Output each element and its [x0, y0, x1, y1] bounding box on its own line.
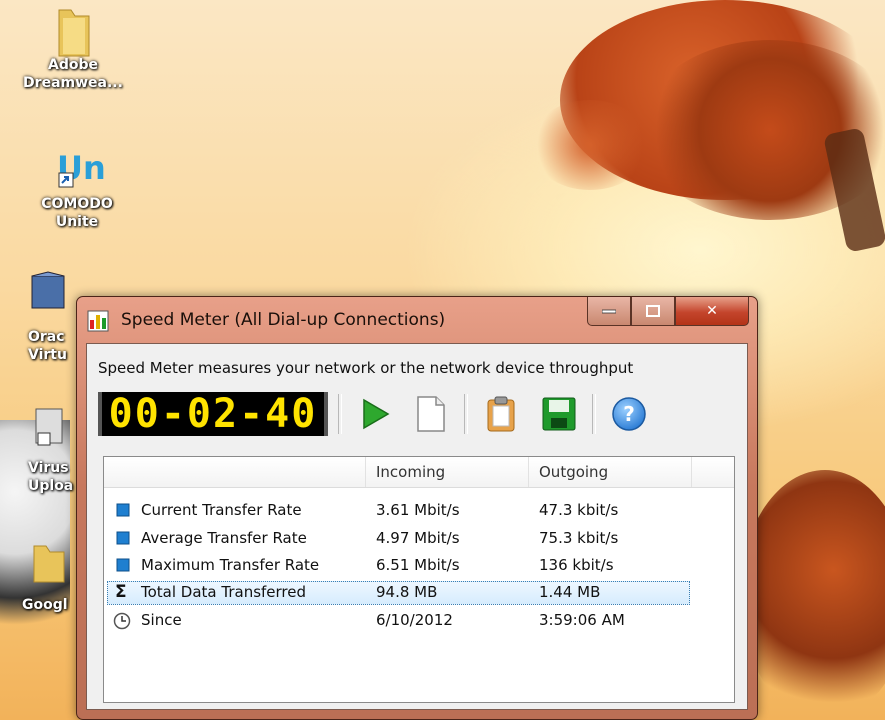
incoming-value: 4.97 Mbit/s [376, 529, 460, 547]
desktop-icon-label: Dreamwea... [23, 75, 123, 91]
help-glyph: ? [623, 402, 635, 426]
maximize-icon [646, 305, 660, 317]
window-title: Speed Meter (All Dial-up Connections) [121, 310, 446, 330]
window-client-area: Speed Meter measures your network or the… [86, 343, 748, 710]
toolbar-separator [464, 394, 468, 434]
maximize-button[interactable] [631, 297, 675, 326]
column-header-incoming[interactable]: Incoming [366, 457, 529, 487]
desktop-icon-adobe-dreamweaver[interactable]: Adobe Dreamwea... [13, 4, 133, 92]
start-button[interactable] [352, 392, 398, 436]
outgoing-value: 3:59:06 AM [539, 611, 625, 629]
speed-meter-window[interactable]: Speed Meter (All Dial-up Connections) ✕ … [76, 296, 758, 720]
table-row[interactable]: Average Transfer Rate 4.97 Mbit/s 75.3 k… [107, 527, 690, 551]
toolbar: 00-02-40 ? [98, 389, 745, 439]
toolbar-separator [338, 394, 342, 434]
table-row[interactable]: Maximum Transfer Rate 6.51 Mbit/s 136 kb… [107, 554, 690, 578]
row-label: Since [141, 611, 182, 629]
row-label: Average Transfer Rate [141, 529, 307, 547]
close-button[interactable]: ✕ [675, 297, 749, 326]
blue-square-icon [116, 558, 130, 572]
blue-square-icon [116, 503, 130, 517]
column-header-name[interactable] [104, 457, 366, 487]
row-label: Current Transfer Rate [141, 501, 302, 519]
tree-foliage [740, 470, 885, 720]
incoming-value: 3.61 Mbit/s [376, 501, 460, 519]
outgoing-value: 47.3 kbit/s [539, 501, 619, 519]
desktop-icon-label: Unite [55, 214, 99, 230]
incoming-value: 6.51 Mbit/s [376, 556, 460, 574]
virtualbox-icon [26, 270, 70, 314]
incoming-value: 94.8 MB [376, 583, 438, 601]
caption-buttons: ✕ [587, 297, 749, 327]
desktop-icon-comodo-unite[interactable]: Un COMODO Unite [17, 145, 137, 231]
blue-square-icon [116, 531, 130, 545]
column-header-outgoing[interactable]: Outgoing [529, 457, 692, 487]
shortcut-icon [26, 405, 70, 449]
row-label: Maximum Transfer Rate [141, 556, 320, 574]
elapsed-timer-display: 00-02-40 [98, 391, 328, 437]
new-page-icon [417, 396, 445, 432]
table-row[interactable]: Current Transfer Rate 3.61 Mbit/s 47.3 k… [107, 499, 690, 523]
play-icon [363, 398, 390, 430]
minimize-icon [602, 309, 616, 314]
desktop-icon-label: Adobe [48, 57, 98, 73]
folder-icon [26, 540, 70, 584]
folder-icon [51, 4, 95, 57]
clipboard-icon [487, 396, 515, 432]
reset-button[interactable] [408, 392, 454, 436]
comodo-unite-icon: Un [55, 145, 106, 189]
help-icon: ? [612, 397, 646, 431]
table-header: Incoming Outgoing [104, 457, 734, 488]
tree-foliage [530, 100, 650, 190]
clock-icon [113, 612, 131, 630]
close-icon: ✕ [706, 303, 718, 319]
title-bar[interactable]: Speed Meter (All Dial-up Connections) ✕ [77, 297, 757, 343]
description-text: Speed Meter measures your network or the… [98, 359, 634, 377]
save-button[interactable] [536, 392, 582, 436]
statistics-table[interactable]: Incoming Outgoing Current Transfer Rate … [103, 456, 735, 703]
table-row-selected[interactable]: Σ Total Data Transferred 94.8 MB 1.44 MB [107, 581, 690, 605]
row-label: Total Data Transferred [141, 583, 307, 601]
table-row[interactable]: Since 6/10/2012 3:59:06 AM [107, 609, 690, 633]
outgoing-value: 136 kbit/s [539, 556, 614, 574]
sigma-icon: Σ [115, 582, 127, 602]
copy-to-clipboard-button[interactable] [478, 392, 524, 436]
save-icon [542, 397, 576, 431]
help-button[interactable]: ? [606, 392, 652, 436]
minimize-button[interactable] [587, 297, 631, 326]
toolbar-separator [592, 394, 596, 434]
outgoing-value: 1.44 MB [539, 583, 601, 601]
speed-meter-app-icon [87, 310, 109, 332]
desktop-icon-label: COMODO [41, 196, 113, 212]
incoming-value: 6/10/2012 [376, 611, 453, 629]
outgoing-value: 75.3 kbit/s [539, 529, 619, 547]
